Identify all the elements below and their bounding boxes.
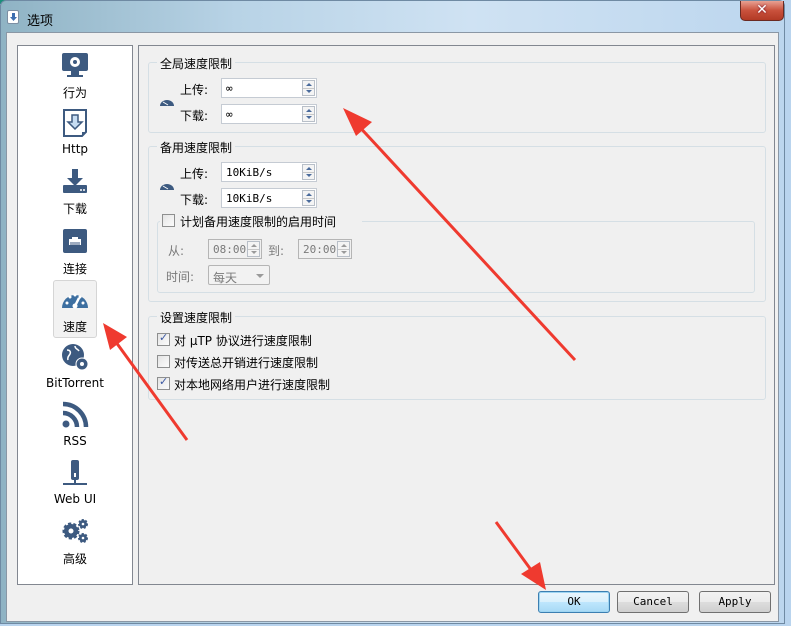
global-speed-limits-group: 全局速度限制 上传: ∞ 下载: ∞ [148, 55, 766, 133]
sidebar-item-label: RSS [63, 434, 87, 448]
sidebar-item-label: 行为 [62, 86, 87, 100]
alt-download-spinbox[interactable]: 10KiB/s [221, 188, 317, 208]
schedule-group: 计划备用速度限制的启用时间 从: 08:00 到: 20:00 时间: 每天 [157, 213, 755, 293]
upload-label: 上传: [180, 83, 209, 97]
group-title: 全局速度限制 [157, 55, 236, 72]
option-label: 对传送总开销进行速度限制 [174, 356, 319, 370]
decrement-button[interactable] [248, 249, 259, 256]
decrement-button[interactable] [303, 198, 314, 205]
upload-label: 上传: [180, 167, 209, 181]
sidebar-item-connection[interactable]: 连接 [18, 224, 132, 282]
sidebar-item-rss[interactable]: RSS [18, 398, 132, 456]
speed-settings-panel: 全局速度限制 上传: ∞ 下载: ∞ 备用速度限制 上传: 10KiB/s 下载… [138, 45, 775, 585]
to-time-spinbox[interactable]: 20:00 [298, 239, 352, 259]
option-label: 对本地网络用户进行速度限制 [174, 378, 331, 392]
gauge-icon [160, 100, 174, 106]
spinbox-value: 08:00 [213, 243, 247, 256]
sidebar-item-label: 速度 [62, 320, 87, 334]
monitor-gear-icon [62, 53, 88, 77]
options-dialog: 选项 ✕ 行为 Http 下载 连接 速度 BitTorrent RSS Web… [0, 0, 785, 624]
schedule-checkbox-label: 计划备用速度限制的启用时间 [180, 215, 337, 229]
gears-icon [62, 519, 88, 543]
spinbox-value: 10KiB/s [226, 192, 273, 205]
decrement-button[interactable] [338, 249, 349, 256]
sidebar-item-web-ui[interactable]: Web UI [18, 456, 132, 514]
option-label: 对 µTP 协议进行速度限制 [174, 334, 312, 348]
sidebar-item-label: 高级 [62, 552, 87, 566]
sidebar-item-label: 连接 [62, 262, 87, 276]
lan-rate-limit-option[interactable]: ✓ 对本地网络用户进行速度限制 [157, 375, 357, 392]
alternative-speed-limits-group: 备用速度限制 上传: 10KiB/s 下载: 10KiB/s 计划备用速度限制的… [148, 139, 766, 302]
apply-button[interactable]: Apply [699, 591, 771, 613]
download-document-icon [63, 109, 87, 137]
schedule-checkbox[interactable] [162, 214, 175, 227]
sidebar-item-downloads[interactable]: 下载 [18, 164, 132, 222]
dialog-client-area: 行为 Http 下载 连接 速度 BitTorrent RSS Web UI 高… [6, 32, 779, 622]
ethernet-port-icon [63, 229, 87, 253]
sidebar-item-http[interactable]: Http [18, 106, 132, 164]
gauge-icon [160, 184, 174, 190]
download-tray-icon [63, 169, 87, 193]
ok-button[interactable]: OK [538, 591, 610, 613]
cancel-button[interactable]: Cancel [617, 591, 689, 613]
rate-limit-settings-group: 设置速度限制 ✓ 对 µTP 协议进行速度限制 对传送总开销进行速度限制 ✓ 对… [148, 309, 766, 400]
sidebar-item-label: Http [61, 142, 89, 156]
spinbox-value: ∞ [226, 108, 233, 121]
from-time-spinbox[interactable]: 08:00 [208, 239, 262, 259]
title-bar[interactable]: 选项 ✕ [1, 1, 784, 31]
utp-rate-limit-option[interactable]: ✓ 对 µTP 协议进行速度限制 [157, 331, 357, 348]
schedule-checkbox-row[interactable]: 计划备用速度限制的启用时间 [160, 213, 362, 229]
sidebar-item-label: Web UI [53, 492, 97, 506]
web-ui-icon [63, 460, 87, 485]
globe-gear-icon [62, 344, 89, 371]
from-label: 从: [168, 244, 185, 258]
chevron-down-icon [256, 274, 264, 278]
close-button[interactable]: ✕ [740, 1, 784, 21]
decrement-button[interactable] [303, 172, 314, 179]
app-icon [7, 10, 19, 24]
global-upload-spinbox[interactable]: ∞ [221, 78, 317, 98]
sidebar-item-label: 下载 [62, 202, 87, 216]
window-title: 选项 [27, 14, 54, 29]
sidebar-item-bittorrent[interactable]: BitTorrent [18, 340, 132, 398]
spinbox-value: ∞ [226, 82, 233, 95]
download-label: 下载: [180, 193, 209, 207]
select-value: 每天 [213, 271, 238, 285]
utp-rate-limit-checkbox[interactable]: ✓ [157, 331, 170, 346]
sidebar-item-behavior[interactable]: 行为 [18, 48, 132, 106]
close-icon: ✕ [756, 2, 768, 18]
overhead-rate-limit-option[interactable]: 对传送总开销进行速度限制 [157, 354, 357, 370]
decrement-button[interactable] [303, 88, 314, 95]
group-title: 备用速度限制 [157, 139, 236, 156]
sidebar-item-advanced[interactable]: 高级 [18, 514, 132, 572]
spinbox-value: 10KiB/s [226, 166, 273, 179]
category-sidebar: 行为 Http 下载 连接 速度 BitTorrent RSS Web UI 高… [17, 45, 133, 585]
spinbox-value: 20:00 [303, 243, 337, 256]
speedometer-icon [62, 293, 88, 309]
schedule-days-select[interactable]: 每天 [208, 265, 270, 285]
when-label: 时间: [166, 270, 195, 284]
decrement-button[interactable] [303, 114, 314, 121]
alt-upload-spinbox[interactable]: 10KiB/s [221, 162, 317, 182]
download-label: 下载: [180, 109, 209, 123]
to-label: 到: [268, 244, 285, 258]
global-download-spinbox[interactable]: ∞ [221, 104, 317, 124]
checkmark-icon: ✓ [159, 331, 169, 344]
overhead-rate-limit-checkbox[interactable] [157, 355, 170, 368]
checkmark-icon: ✓ [159, 375, 169, 388]
lan-rate-limit-checkbox[interactable]: ✓ [157, 375, 170, 390]
sidebar-item-speed[interactable]: 速度 [18, 280, 132, 340]
rss-icon [62, 401, 89, 428]
group-title: 设置速度限制 [157, 309, 236, 326]
sidebar-item-label: BitTorrent [46, 376, 104, 390]
